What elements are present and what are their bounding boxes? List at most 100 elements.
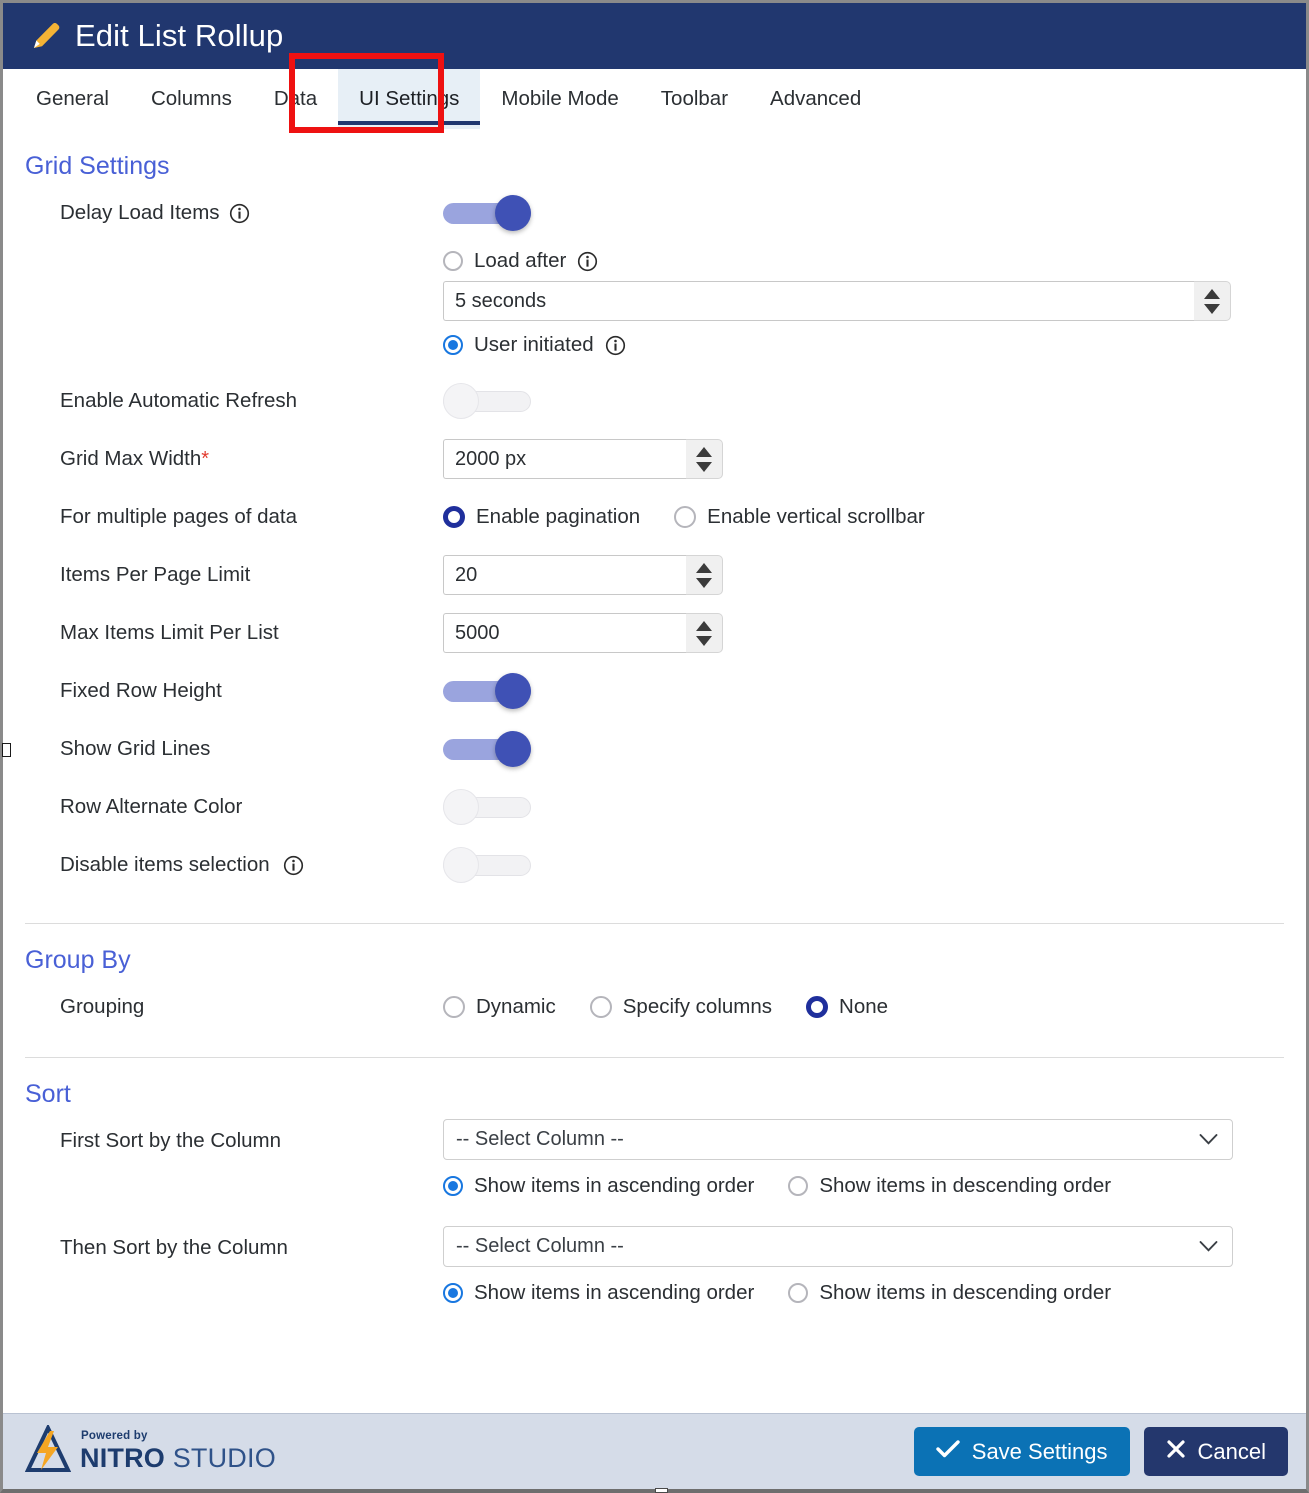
tab-advanced[interactable]: Advanced xyxy=(749,69,882,129)
label-disable-items-selection: Disable items selection xyxy=(25,843,443,887)
spinner-up-icon[interactable] xyxy=(1204,288,1220,299)
label-delay-load-items-text: Delay Load Items xyxy=(60,201,220,224)
pencil-icon xyxy=(29,19,63,53)
spinner-up-icon[interactable] xyxy=(696,620,712,631)
row-show-grid-lines: Show Grid Lines xyxy=(25,727,1284,785)
radio-load-after[interactable]: Load after xyxy=(443,249,1250,273)
tab-toolbar[interactable]: Toolbar xyxy=(640,69,749,129)
settings-content: Grid Settings Delay Load Items Load afte… xyxy=(3,130,1306,1420)
brand-nitro: NITRO xyxy=(80,1442,165,1473)
radio-enable-vertical-scrollbar[interactable]: Enable vertical scrollbar xyxy=(674,505,925,529)
toggle-delay-load-items[interactable] xyxy=(443,195,531,231)
toggle-knob xyxy=(495,731,531,767)
radio-first-sort-ascending-label: Show items in ascending order xyxy=(474,1174,755,1197)
info-icon[interactable] xyxy=(283,853,304,877)
info-icon[interactable] xyxy=(605,333,626,357)
toggle-enable-automatic-refresh[interactable] xyxy=(443,383,531,419)
window-edge-notch xyxy=(2,743,11,757)
items-per-page-limit-spinner[interactable] xyxy=(686,555,723,595)
select-then-sort-column[interactable]: -- Select Column -- xyxy=(443,1226,1233,1267)
radio-group-grouping: Dynamic Specify columns None xyxy=(443,995,922,1019)
toggle-row-alternate-color[interactable] xyxy=(443,789,531,825)
row-delay-load-items: Delay Load Items xyxy=(25,191,1284,249)
save-settings-label: Save Settings xyxy=(971,1438,1108,1464)
radio-first-sort-ascending[interactable]: Show items in ascending order xyxy=(443,1174,754,1198)
spinner-down-icon[interactable] xyxy=(696,461,712,472)
control-first-sort: -- Select Column -- Show items in ascend… xyxy=(443,1119,1284,1198)
radio-then-sort-descending-marker xyxy=(788,1283,809,1303)
radio-enable-pagination[interactable]: Enable pagination xyxy=(443,505,640,529)
chevron-down-icon xyxy=(1199,1235,1218,1258)
label-grouping: Grouping xyxy=(60,995,145,1018)
toggle-show-grid-lines[interactable] xyxy=(443,731,531,767)
toggle-disable-items-selection[interactable] xyxy=(443,847,531,883)
info-icon[interactable] xyxy=(229,201,250,225)
label-items-per-page-limit: Items Per Page Limit xyxy=(60,563,251,586)
label-delay-load-items: Delay Load Items xyxy=(25,191,443,235)
label-then-sort: Then Sort by the Column xyxy=(60,1236,288,1259)
control-max-items-limit xyxy=(443,611,1284,655)
radio-enable-pagination-label: Enable pagination xyxy=(476,505,641,528)
row-grouping: Grouping Dynamic Specify columns None xyxy=(25,985,1284,1043)
radio-then-sort-descending[interactable]: Show items in descending order xyxy=(788,1281,1111,1305)
label-grid-max-width-text: Grid Max Width xyxy=(60,447,202,470)
divider-sort xyxy=(25,1057,1284,1058)
radio-grouping-none[interactable]: None xyxy=(806,995,888,1019)
spinner-up-icon[interactable] xyxy=(696,446,712,457)
row-delay-load-options: Load after User initiated xyxy=(25,249,1284,357)
toggle-knob xyxy=(495,673,531,709)
check-icon xyxy=(936,1439,960,1465)
radio-first-sort-descending[interactable]: Show items in descending order xyxy=(788,1174,1111,1198)
footer-buttons: Save Settings Cancel xyxy=(913,1427,1288,1476)
brand-studio: STUDIO xyxy=(165,1442,276,1473)
cancel-button[interactable]: Cancel xyxy=(1143,1427,1288,1476)
row-then-sort: Then Sort by the Column -- Select Column… xyxy=(25,1226,1284,1305)
tab-general[interactable]: General xyxy=(15,69,130,129)
max-items-limit-spinner[interactable] xyxy=(686,613,723,653)
radio-grouping-dynamic-marker xyxy=(443,996,465,1018)
radio-then-sort-descending-label: Show items in descending order xyxy=(819,1281,1112,1304)
control-delay-load-options: Load after User initiated xyxy=(443,249,1284,357)
select-first-sort-column[interactable]: -- Select Column -- xyxy=(443,1119,1233,1160)
radio-user-initiated[interactable]: User initiated xyxy=(443,333,1250,357)
tab-data[interactable]: Data xyxy=(253,69,338,129)
load-after-seconds-spinner[interactable] xyxy=(1194,281,1231,321)
spinner-down-icon[interactable] xyxy=(696,635,712,646)
toggle-fixed-row-height[interactable] xyxy=(443,673,531,709)
control-grid-max-width xyxy=(443,437,1284,481)
select-first-sort-column-value: -- Select Column -- xyxy=(456,1128,624,1150)
radio-user-initiated-label: User initiated xyxy=(474,333,594,356)
radio-enable-vertical-scrollbar-label: Enable vertical scrollbar xyxy=(707,505,925,528)
radio-first-sort-ascending-marker xyxy=(443,1176,463,1196)
radio-then-sort-ascending[interactable]: Show items in ascending order xyxy=(443,1281,754,1305)
max-items-limit-input[interactable] xyxy=(443,613,686,653)
dialog-titlebar: Edit List Rollup xyxy=(3,3,1306,69)
toggle-knob xyxy=(443,789,479,825)
save-settings-button[interactable]: Save Settings xyxy=(913,1427,1130,1476)
label-show-grid-lines: Show Grid Lines xyxy=(60,737,211,760)
label-multiple-pages: For multiple pages of data xyxy=(60,505,298,528)
grid-max-width-spinner[interactable] xyxy=(686,439,723,479)
label-spacer xyxy=(25,249,443,293)
radio-then-sort-ascending-label: Show items in ascending order xyxy=(474,1281,755,1304)
tab-ui-settings[interactable]: UI Settings xyxy=(338,69,481,129)
dialog-footer: Powered by NITRO STUDIO Save Settings Ca… xyxy=(3,1413,1306,1489)
spinner-down-icon[interactable] xyxy=(1204,303,1220,314)
row-fixed-row-height: Fixed Row Height xyxy=(25,669,1284,727)
field-items-per-page-limit xyxy=(443,555,1284,595)
radio-grouping-specify-columns[interactable]: Specify columns xyxy=(589,995,772,1019)
section-title-sort: Sort xyxy=(25,1080,71,1108)
radio-grouping-none-marker xyxy=(806,996,829,1018)
radio-grouping-dynamic[interactable]: Dynamic xyxy=(443,995,556,1019)
label-grid-max-width: Grid Max Width * xyxy=(25,437,443,481)
control-multiple-pages: Enable pagination Enable vertical scroll… xyxy=(443,495,959,539)
spinner-down-icon[interactable] xyxy=(696,577,712,588)
tab-mobile-mode[interactable]: Mobile Mode xyxy=(480,69,639,129)
grid-max-width-input[interactable] xyxy=(443,439,686,479)
load-after-seconds-input[interactable] xyxy=(443,281,1194,321)
spinner-up-icon[interactable] xyxy=(696,562,712,573)
nitro-studio-logo: Powered by NITRO STUDIO xyxy=(24,1423,276,1478)
info-icon[interactable] xyxy=(577,249,598,273)
tab-columns[interactable]: Columns xyxy=(130,69,253,129)
items-per-page-limit-input[interactable] xyxy=(443,555,686,595)
